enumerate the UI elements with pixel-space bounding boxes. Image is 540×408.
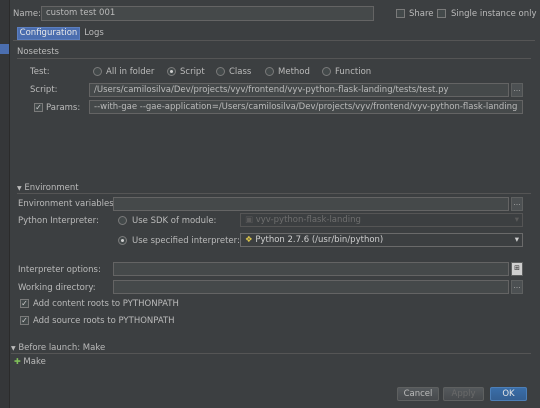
chevron-down-icon: ▾ (514, 235, 519, 245)
environment-toggle[interactable]: ▼ Environment (17, 183, 79, 193)
script-browse-button[interactable]: … (511, 83, 523, 97)
radio-script[interactable] (167, 67, 176, 76)
tab-configuration-label: Configuration (19, 28, 78, 38)
tab-configuration[interactable]: Configuration (17, 27, 80, 40)
radio-function-label: Function (335, 67, 372, 77)
single-instance-checkbox[interactable] (437, 9, 446, 18)
ok-button[interactable]: OK (490, 387, 527, 401)
env-vars-browse-button[interactable]: … (511, 197, 523, 211)
single-instance-label: Single instance only (451, 9, 537, 19)
radio-script-label: Script (180, 67, 205, 77)
ellipsis-icon: … (513, 282, 521, 290)
radio-class-label: Class (229, 67, 252, 77)
before-launch-separator (11, 353, 531, 354)
left-strip-selection (0, 44, 9, 54)
collapse-arrow-icon: ▼ (17, 185, 22, 192)
python-interpreter-label: Python Interpreter: (18, 216, 99, 226)
radio-method-label: Method (278, 67, 310, 77)
environment-section-label: Environment (24, 183, 79, 193)
before-launch-item[interactable]: ✚ Make (14, 357, 46, 367)
params-input[interactable]: --with-gae --gae-application=/Users/cami… (89, 100, 523, 114)
env-vars-label: Environment variables: (18, 199, 117, 209)
expand-icon: ⊞ (514, 264, 520, 272)
env-vars-input[interactable] (113, 197, 509, 211)
module-icon: ▣ (245, 215, 256, 225)
script-label: Script: (30, 85, 58, 95)
sdk-module-value: vyv-python-flask-landing (255, 215, 361, 225)
name-input[interactable]: custom test 001 (41, 6, 374, 21)
nosetests-separator (17, 58, 531, 59)
interpreter-options-expand-button[interactable]: ⊞ (511, 262, 523, 276)
add-source-roots-checkbox[interactable]: ✓ (20, 316, 29, 325)
add-source-roots-label: Add source roots to PYTHONPATH (33, 316, 175, 326)
share-checkbox[interactable] (396, 9, 405, 18)
name-label: Name: (13, 9, 41, 19)
share-label: Share (409, 9, 434, 19)
radio-use-sdk[interactable] (118, 216, 127, 225)
python-icon: ❖ (245, 235, 256, 245)
use-specified-label: Use specified interpreter: (132, 236, 240, 246)
before-launch-toggle[interactable]: ▼ Before launch: Make (11, 343, 105, 353)
script-input[interactable]: /Users/camilosilva/Dev/projects/vyv/fron… (89, 83, 509, 97)
working-directory-input[interactable] (113, 280, 509, 294)
add-content-roots-checkbox[interactable]: ✓ (20, 299, 29, 308)
radio-all-in-folder-label: All in folder (106, 67, 155, 77)
tab-underline (13, 40, 535, 41)
radio-method[interactable] (265, 67, 274, 76)
radio-all-in-folder[interactable] (93, 67, 102, 76)
use-sdk-label: Use SDK of module: (132, 216, 217, 226)
collapse-arrow-icon: ▼ (11, 345, 16, 352)
nosetests-group-label: Nosetests (17, 47, 59, 57)
before-launch-item-label: Make (23, 357, 46, 367)
interpreter-options-label: Interpreter options: (18, 265, 101, 275)
interpreter-select[interactable]: ❖ Python 2.7.6 (/usr/bin/python) ▾ (240, 233, 523, 247)
ellipsis-icon: … (513, 85, 521, 93)
cancel-button[interactable]: Cancel (397, 387, 439, 401)
working-directory-label: Working directory: (18, 283, 96, 293)
ellipsis-icon: … (513, 199, 521, 207)
radio-class[interactable] (216, 67, 225, 76)
left-strip (0, 0, 10, 408)
radio-function[interactable] (322, 67, 331, 76)
make-icon: ✚ (14, 357, 21, 366)
tab-logs-label: Logs (84, 28, 104, 38)
interpreter-value: Python 2.7.6 (/usr/bin/python) (255, 235, 384, 245)
test-label: Test: (30, 67, 50, 77)
environment-separator (17, 193, 531, 194)
radio-use-specified[interactable] (118, 236, 127, 245)
tab-logs[interactable]: Logs (81, 27, 107, 40)
working-directory-browse-button[interactable]: … (511, 280, 523, 294)
before-launch-label: Before launch: Make (18, 343, 106, 353)
sdk-module-select[interactable]: ▣ vyv-python-flask-landing ▾ (240, 213, 523, 227)
params-checkbox[interactable]: ✓ (34, 103, 43, 112)
chevron-down-icon: ▾ (514, 215, 519, 225)
interpreter-options-input[interactable] (113, 262, 509, 276)
add-content-roots-label: Add content roots to PYTHONPATH (33, 299, 179, 309)
params-label: Params: (46, 103, 81, 113)
apply-button[interactable]: Apply (443, 387, 484, 401)
